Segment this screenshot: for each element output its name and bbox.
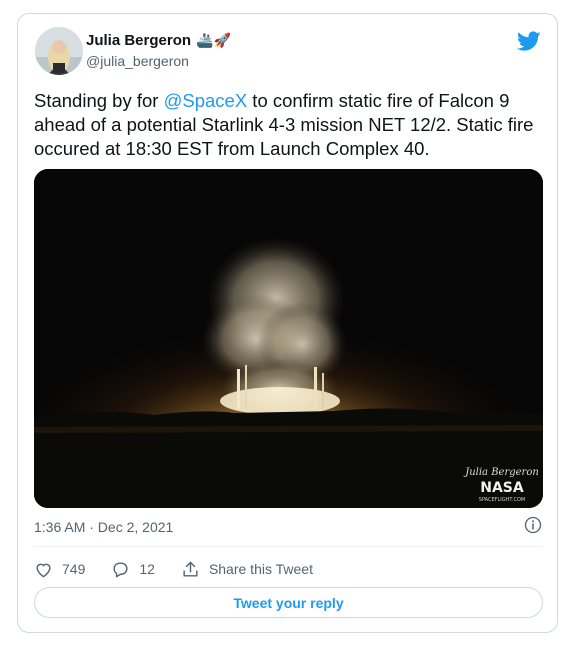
tweet-card: Julia Bergeron 🚢🚀 @julia_bergeron Standi… xyxy=(17,13,558,633)
author-name-text: Julia Bergeron xyxy=(86,32,192,49)
author-handle[interactable]: @julia_bergeron xyxy=(86,53,189,69)
tweet-text-start: Standing by for xyxy=(34,90,164,111)
tweet-your-reply-button[interactable]: Tweet your reply xyxy=(34,587,543,618)
tweet-actions: 749 12 Share this Tweet xyxy=(34,554,339,584)
tweet-image[interactable]: Julia Bergeron NASA SPACEFLIGHT.COM xyxy=(34,169,543,508)
author-emojis: 🚢🚀 xyxy=(196,32,231,48)
like-button[interactable]: 749 xyxy=(34,560,85,579)
info-icon[interactable] xyxy=(524,516,542,534)
share-button[interactable]: Share this Tweet xyxy=(181,560,313,579)
twitter-bird-icon[interactable] xyxy=(517,29,541,53)
svg-text:Julia Bergeron: Julia Bergeron xyxy=(463,467,539,478)
reply-button[interactable]: 12 xyxy=(111,560,155,579)
divider xyxy=(34,546,542,547)
svg-text:NASA: NASA xyxy=(480,480,524,496)
tweet-text: Standing by for @SpaceX to confirm stati… xyxy=(34,89,546,161)
heart-icon xyxy=(36,563,51,577)
like-count: 749 xyxy=(62,561,86,577)
avatar[interactable] xyxy=(35,27,83,75)
share-icon xyxy=(183,561,198,577)
author-name[interactable]: Julia Bergeron 🚢🚀 xyxy=(86,32,231,49)
mention-link[interactable]: @SpaceX xyxy=(164,90,248,111)
tweet-timestamp[interactable]: 1:36 AM · Dec 2, 2021 xyxy=(34,519,173,535)
reply-bubble-icon xyxy=(113,561,128,577)
share-label: Share this Tweet xyxy=(208,561,313,577)
svg-text:SPACEFLIGHT.COM: SPACEFLIGHT.COM xyxy=(479,497,525,503)
reply-count: 12 xyxy=(139,561,155,577)
